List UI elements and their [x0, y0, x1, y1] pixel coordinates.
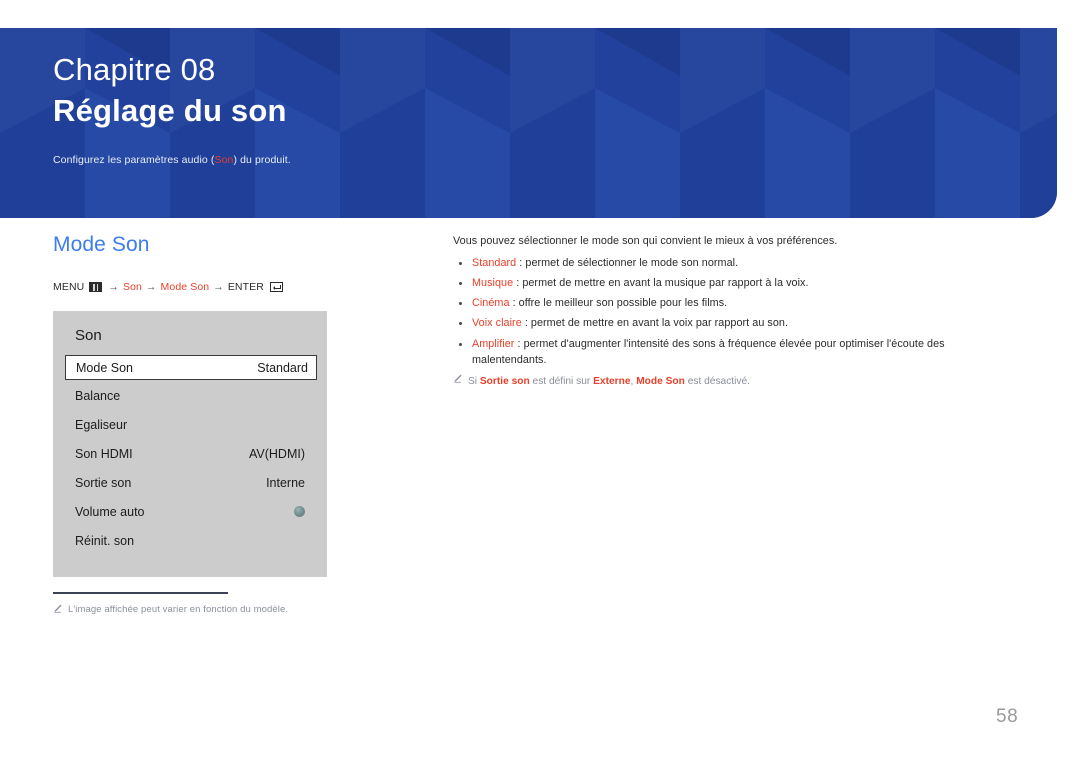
footnote-text-row: L'image affichée peut varier en fonction…	[53, 604, 453, 615]
list-item: Musique : permet de mettre en avant la m…	[453, 275, 983, 292]
mode-desc: : permet d'augmenter l'intensité des son…	[472, 337, 945, 367]
chapter-banner: Chapitre 08 Réglage du son Configurez le…	[0, 28, 1057, 218]
osd-row-value: Standard	[257, 360, 308, 375]
osd-row-sortie-son[interactable]: Sortie son Interne	[53, 468, 327, 497]
osd-row-value: Interne	[266, 475, 305, 490]
osd-row-label: Sortie son	[75, 475, 132, 490]
mode-desc: : permet de mettre en avant la voix par …	[521, 317, 789, 330]
enter-icon	[269, 282, 283, 293]
mode-term-voix-claire: Voix claire	[472, 317, 522, 330]
menu-icon	[89, 282, 103, 293]
breadcrumb-enter-label: ENTER	[227, 281, 264, 294]
note-part-1: Si	[468, 376, 480, 388]
osd-row-label: Volume auto	[75, 504, 145, 519]
osd-menu-panel: Son Mode Son Standard Balance Egaliseur …	[53, 311, 327, 578]
banner-subtitle-after: ) du produit.	[233, 153, 291, 166]
page-title: Mode Son	[53, 233, 150, 256]
mode-list: Standard : permet de sélectionner le mod…	[453, 255, 983, 369]
breadcrumb-arrow-2: →	[145, 281, 157, 294]
banner-subtitle-before: Configurez les paramètres audio (	[53, 153, 215, 166]
list-item: Standard : permet de sélectionner le mod…	[453, 255, 983, 272]
mode-desc: : permet de mettre en avant la musique p…	[513, 276, 809, 289]
osd-row-label: Balance	[75, 388, 121, 403]
mode-term-standard: Standard	[472, 256, 517, 269]
banner-subtitle-highlight: Son	[214, 153, 234, 166]
note-bold-mode-son: Mode Son	[636, 376, 685, 388]
mode-term-amplifier: Amplifier	[472, 337, 515, 350]
description-note: Si Sortie son est défini sur Externe, Mo…	[453, 374, 983, 390]
mode-term-cinema: Cinéma	[472, 297, 510, 310]
list-item: Cinéma : offre le meilleur son possible …	[453, 295, 983, 312]
description-column: Vous pouvez sélectionner le mode son qui…	[453, 233, 983, 390]
mode-term-musique: Musique	[472, 276, 514, 289]
osd-row-label: Egaliseur	[75, 417, 128, 432]
volume-auto-indicator-icon[interactable]	[294, 506, 305, 518]
chapter-number: Chapitre 08	[53, 52, 216, 87]
note-bold-externe: Externe	[593, 376, 631, 388]
osd-row-son-hdmi[interactable]: Son HDMI AV(HDMI)	[53, 439, 327, 468]
osd-row-volume-auto[interactable]: Volume auto	[53, 497, 327, 526]
pencil-icon	[454, 374, 462, 383]
footnote-divider	[53, 592, 228, 594]
banner-subtitle: Configurez les paramètres audio (Son) du…	[53, 154, 1057, 166]
footnote: L'image affichée peut varier en fonction…	[53, 592, 453, 615]
chapter-title: Réglage du son	[53, 92, 287, 128]
osd-row-mode-son[interactable]: Mode Son Standard	[65, 355, 317, 381]
list-item: Voix claire : permet de mettre en avant …	[453, 315, 983, 332]
osd-row-value: AV(HDMI)	[248, 446, 305, 461]
osd-panel-title: Son	[75, 327, 102, 345]
osd-row-balance[interactable]: Balance	[53, 381, 327, 410]
breadcrumb-arrow-1: →	[108, 281, 119, 294]
description-intro: Vous pouvez sélectionner le mode son qui…	[453, 235, 838, 247]
mode-desc: : permet de sélectionner le mode son nor…	[516, 256, 739, 269]
page-number: 58	[996, 706, 1019, 727]
breadcrumb: MENU → Son → Mode Son → ENTER	[53, 281, 433, 293]
osd-row-label: Son HDMI	[75, 446, 133, 461]
note-text: Si Sortie son est défini sur Externe, Mo…	[468, 374, 750, 390]
breadcrumb-step-son: Son	[122, 281, 142, 294]
note-part-4: est désactivé.	[684, 376, 750, 388]
mode-desc: : offre le meilleur son possible pour le…	[509, 297, 728, 310]
osd-row-reinit-son[interactable]: Réinit. son	[53, 526, 327, 555]
osd-row-label: Réinit. son	[75, 533, 135, 548]
footnote-label: L'image affichée peut varier en fonction…	[68, 603, 289, 615]
osd-row-label: Mode Son	[76, 360, 133, 375]
breadcrumb-arrow-3: →	[213, 281, 224, 294]
osd-row-egaliseur[interactable]: Egaliseur	[53, 410, 327, 439]
left-column: Mode Son MENU → Son → Mode Son → ENTER S…	[53, 232, 433, 578]
note-part-2: est défini sur	[529, 376, 594, 388]
note-bold-sortie-son: Sortie son	[479, 376, 530, 388]
breadcrumb-step-mode-son: Mode Son	[160, 281, 210, 294]
breadcrumb-menu-label: MENU	[53, 281, 85, 294]
list-item: Amplifier : permet d'augmenter l'intensi…	[453, 336, 983, 369]
pencil-icon	[54, 604, 62, 613]
